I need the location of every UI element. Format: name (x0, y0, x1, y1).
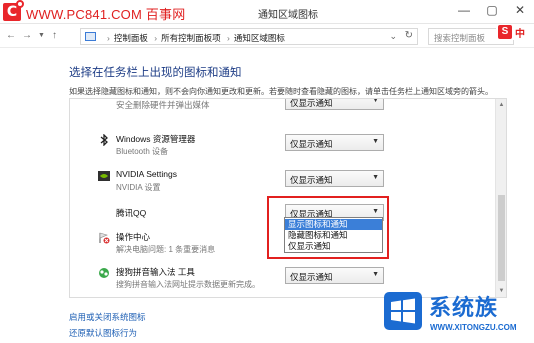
behavior-select[interactable]: 仅显示通知 ▼ (285, 267, 384, 284)
page-description: 如果选择隐藏图标和通知，则不会向你通知更改和更新。若要随时查看隐藏的图标，请单击… (69, 87, 493, 96)
item-name: 安全删除硬件并弹出媒体 (116, 100, 210, 110)
breadcrumb-control-panel[interactable]: 控制面板 (114, 33, 148, 43)
chevron-right-icon: › (154, 33, 158, 43)
behavior-select[interactable]: 仅显示通知 ▼ (285, 170, 384, 187)
site-name: WWW.PC841.COM 百事网 (26, 7, 186, 22)
address-dropdown-icon[interactable]: ⌄ (389, 31, 397, 42)
ime-indicator[interactable]: S 中 (496, 24, 534, 40)
behavior-select[interactable]: 仅显示通知 ▼ (285, 134, 384, 151)
breadcrumb: › 控制面板 › 所有控制面板项 › 通知区域图标 (103, 32, 285, 44)
list-item: Windows 资源管理器 Bluetooth 设备 仅显示通知 ▼ (70, 129, 495, 165)
chevron-down-icon: ▼ (372, 174, 379, 181)
watermark-url: WWW.XITONGZU.COM (430, 323, 517, 332)
watermark: 系统族 WWW.XITONGZU.COM (380, 286, 534, 343)
item-subtitle: 搜狗拼音输入法网址提示数据更新完成。 (116, 280, 260, 289)
chevron-down-icon: ▼ (372, 138, 379, 145)
page-title: 选择在任务栏上出现的图标和通知 (69, 67, 242, 79)
back-arrow-icon[interactable]: ← (6, 30, 16, 41)
breadcrumb-notification-icons[interactable]: 通知区域图标 (234, 33, 285, 43)
chevron-down-icon: ▼ (372, 271, 379, 278)
item-name: 腾讯QQ (116, 208, 147, 218)
bluetooth-icon (100, 134, 108, 146)
select-value: 仅显示通知 (290, 175, 333, 185)
item-name: 操作中心 (116, 232, 151, 242)
ime-language: 中 (515, 29, 525, 40)
item-subtitle: 解决电脑问题: 1 条重要消息 (116, 245, 216, 254)
refresh-icon[interactable]: ↻ (405, 30, 413, 41)
item-subtitle: Bluetooth 设备 (116, 147, 169, 156)
item-name: 搜狗拼音输入法 工具 (116, 267, 195, 277)
toggle-system-icons-link[interactable]: 启用或关闭系统图标 (69, 311, 146, 323)
recent-pages-chevron-icon[interactable]: ▼ (38, 32, 45, 39)
title-bar: C WWW.PC841.COM 百事网 通知区域图标 — ▢ ✕ (0, 0, 534, 24)
window-title: 通知区域图标 (258, 10, 318, 21)
window-controls: — ▢ ✕ (450, 0, 534, 22)
maximize-button[interactable]: ▢ (478, 0, 506, 22)
item-subtitle: NVIDIA 设置 (116, 183, 161, 192)
windows-logo-icon (384, 292, 422, 330)
nvidia-icon (98, 171, 110, 181)
restore-default-behaviors-link[interactable]: 还原默认图标行为 (69, 327, 137, 339)
close-button[interactable]: ✕ (506, 0, 534, 22)
forward-arrow-icon[interactable]: → (22, 30, 32, 41)
scrollbar-thumb[interactable] (498, 195, 505, 281)
select-value: 仅显示通知 (290, 272, 333, 282)
chevron-down-icon: ▼ (372, 98, 379, 104)
list-scrollbar[interactable]: ▲ ▼ (495, 99, 506, 297)
select-value: 仅显示通知 (290, 98, 333, 108)
callout-highlight (267, 196, 389, 259)
chevron-right-icon: › (107, 33, 110, 43)
address-input[interactable]: › 控制面板 › 所有控制面板项 › 通知区域图标 ⌄ ↻ (80, 28, 418, 45)
item-name: NVIDIA Settings (116, 169, 177, 179)
behavior-select[interactable]: 仅显示通知 ▼ (285, 98, 384, 110)
flag-icon (99, 232, 110, 244)
control-panel-icon (85, 32, 96, 41)
up-arrow-icon[interactable]: ↑ (52, 30, 57, 41)
sogou-tool-icon (99, 268, 109, 278)
item-name: Windows 资源管理器 (116, 134, 196, 144)
address-bar: ← → ▼ ↑ › 控制面板 › 所有控制面板项 › 通知区域图标 ⌄ ↻ 搜索控制面… (0, 24, 534, 48)
sogou-ime-icon: S (498, 25, 512, 39)
chevron-right-icon: › (226, 33, 230, 43)
minimize-button[interactable]: — (450, 0, 478, 22)
breadcrumb-all-items[interactable]: 所有控制面板项 (161, 33, 221, 43)
site-logo-icon: C (3, 0, 24, 21)
search-placeholder: 搜索控制面板 (434, 33, 486, 43)
select-value: 仅显示通知 (290, 139, 333, 149)
watermark-brand: 系统族 (429, 296, 499, 321)
scroll-up-icon[interactable]: ▲ (497, 102, 506, 108)
